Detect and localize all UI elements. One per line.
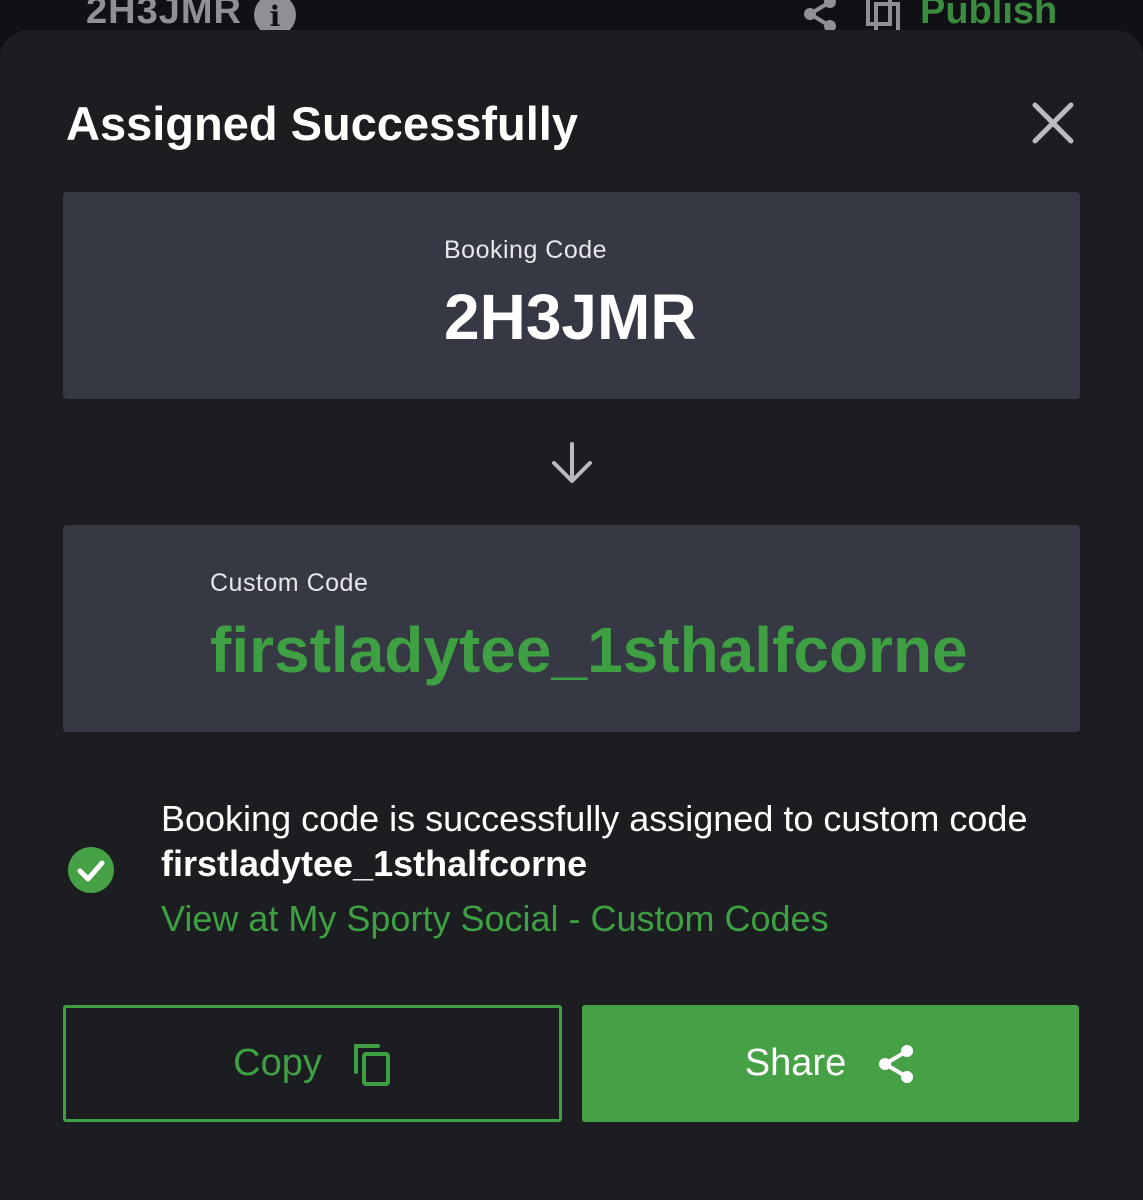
success-message-text: Booking code is successfully assigned to… — [161, 798, 1028, 839]
arrow-down-icon — [549, 440, 595, 486]
page: 2H3JMR i Publish Assigned Successfully B… — [0, 0, 1143, 1200]
copy-icon — [352, 1042, 392, 1086]
assigned-dialog: Assigned Successfully Booking Code 2H3JM… — [0, 30, 1143, 1200]
custom-code-label: Custom Code — [210, 569, 369, 597]
close-icon[interactable] — [1030, 100, 1076, 146]
share-button[interactable]: Share — [582, 1005, 1079, 1122]
booking-code-value: 2H3JMR — [444, 281, 697, 353]
custom-code-value: firstladytee_1sthalfcorne — [210, 614, 968, 686]
view-custom-codes-link[interactable]: View at My Sporty Social - Custom Codes — [161, 898, 829, 940]
background-booking-code: 2H3JMR — [86, 0, 242, 32]
success-message-code: firstladytee_1sthalfcorne — [161, 843, 588, 884]
publish-button[interactable]: Publish — [920, 0, 1057, 33]
share-button-label: Share — [744, 1042, 847, 1084]
booking-code-label: Booking Code — [444, 236, 608, 264]
share-icon — [876, 1043, 916, 1085]
booking-code-box: Booking Code 2H3JMR — [63, 192, 1080, 399]
copy-button-label: Copy — [233, 1042, 322, 1084]
copy-button[interactable]: Copy — [63, 1005, 562, 1122]
success-message: Booking code is successfully assigned to… — [161, 796, 1061, 886]
check-circle-icon — [68, 847, 114, 893]
dialog-title: Assigned Successfully — [66, 97, 578, 150]
custom-code-box: Custom Code firstladytee_1sthalfcorne — [63, 525, 1080, 732]
